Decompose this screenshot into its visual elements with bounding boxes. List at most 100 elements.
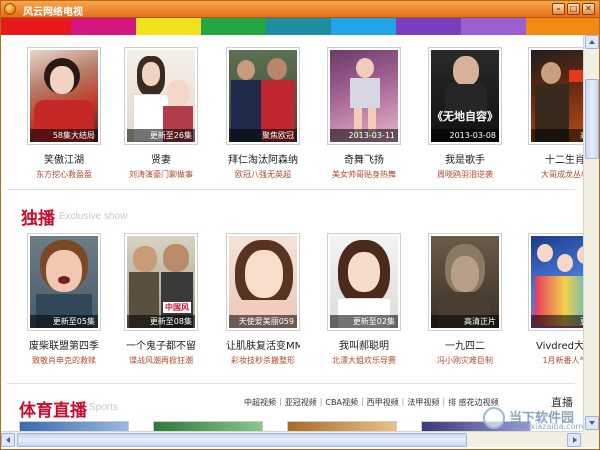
video-card[interactable]: 更新至05集 废柴联盟第四季 致敬肖申克的救赎 — [27, 233, 105, 366]
episode-badge: 2013-03-11 — [330, 129, 398, 142]
episode-badge: 更新至08集 — [127, 315, 195, 328]
sports-link[interactable]: CBA视频 — [322, 397, 361, 411]
episode-badge: 天使爱美丽059 — [229, 315, 297, 328]
episode-badge: 聚焦欧冠 — [229, 129, 297, 142]
video-card[interactable]: 更新至26集 贤妻 刘涛演豪门聊做事 — [124, 47, 202, 180]
app-window: 风云网络电视 – □ ✕ 58集大结局 笑傲江湖 东方挖心救盈盈 更新至26集 … — [0, 0, 600, 450]
episode-badge: 更新至26集 — [127, 129, 195, 142]
color-strip-segment — [526, 18, 599, 35]
video-thumbnail[interactable]: 高清正片 — [428, 233, 502, 331]
maximize-icon[interactable]: □ — [567, 3, 580, 15]
color-strip-segment — [396, 18, 461, 35]
sports-link[interactable]: 法甲视频 — [404, 397, 442, 411]
card-subtitle[interactable]: 1月新番人气 — [528, 355, 583, 366]
card-subtitle[interactable]: 周晓鸥羽泪逆袭 — [428, 169, 502, 180]
video-thumbnail[interactable]: 更新至26集 — [124, 47, 198, 145]
episode-badge: 更新至05集 — [30, 315, 98, 328]
video-card[interactable]: 2013-03-11 奇舞飞扬 美女帅哥贴身热舞 — [327, 47, 405, 180]
card-subtitle[interactable]: 北漂大姐欢乐导赛 — [327, 355, 401, 366]
card-subtitle[interactable]: 刘涛演豪门聊做事 — [124, 169, 198, 180]
sports-link[interactable]: 中超视频 — [241, 397, 279, 411]
color-strip-segment — [461, 18, 526, 35]
card-title[interactable]: 贤妻 — [124, 151, 198, 166]
sports-link[interactable]: 西甲视频 — [364, 397, 402, 411]
video-thumbnail[interactable]: 更新至02集 — [327, 233, 401, 331]
card-title[interactable]: 十二生肖 — [528, 151, 583, 166]
card-title[interactable]: 废柴联盟第四季 — [27, 337, 101, 352]
scroll-down-icon[interactable] — [585, 416, 599, 430]
video-card[interactable]: 58集大结局 笑傲江湖 东方挖心救盈盈 — [27, 47, 105, 180]
watermark-logo-icon — [483, 407, 505, 429]
section-divider — [7, 189, 575, 190]
title-bar[interactable]: 风云网络电视 – □ ✕ — [1, 1, 599, 18]
video-thumbnail[interactable]: 2013-03-11 — [327, 47, 401, 145]
color-strip-segment — [71, 18, 136, 35]
video-card[interactable]: 更新至02集 我叫郝聪明 北漂大姐欢乐导赛 — [327, 233, 405, 366]
card-subtitle[interactable]: 东方挖心救盈盈 — [27, 169, 101, 180]
sports-section-title: 体育直播 — [19, 401, 87, 421]
card-title[interactable]: 一个鬼子都不留 — [124, 337, 198, 352]
close-icon[interactable]: ✕ — [582, 3, 595, 15]
color-strip-segment — [331, 18, 396, 35]
video-thumbnail[interactable]: 天使爱美丽059 — [226, 233, 300, 331]
episode-badge: 更新至02集 — [330, 315, 398, 328]
card-subtitle[interactable]: 大哥成龙丛林 — [528, 169, 583, 180]
card-subtitle[interactable]: 冯小刚灾难巨制 — [428, 355, 502, 366]
section-divider — [7, 383, 575, 384]
minimize-icon[interactable]: – — [552, 3, 565, 15]
poster-title: 《无地自容》 — [432, 110, 498, 123]
card-title[interactable]: 拜仁淘汰阿森纳 — [226, 151, 300, 166]
scroll-left-icon[interactable] — [1, 433, 15, 447]
watermark: 当下软件园 www.xiazaiba.com — [483, 407, 583, 431]
video-thumbnail[interactable]: 《无地自容》 2013-03-08 — [428, 47, 502, 145]
sports-thumbnail[interactable] — [153, 421, 263, 431]
video-thumbnail[interactable]: 更新至05集 — [27, 233, 101, 331]
card-title[interactable]: 奇舞飞扬 — [327, 151, 401, 166]
card-subtitle[interactable]: 美女帅哥贴身热舞 — [327, 169, 401, 180]
video-thumbnail[interactable]: 中国风 更新至08集 — [124, 233, 198, 331]
card-title[interactable]: 笑傲江湖 — [27, 151, 101, 166]
card-subtitle[interactable]: 彩妆技秒杀搬整形 — [226, 355, 300, 366]
video-card[interactable]: 高清正片 一九四二 冯小刚灾难巨制 — [428, 233, 506, 366]
sports-link[interactable]: 亚冠视频 — [282, 397, 320, 411]
sports-section-subtitle: Sports — [89, 402, 118, 413]
episode-badge: 高清 — [531, 129, 583, 142]
color-category-strip — [1, 18, 599, 35]
card-title[interactable]: 让肌肤复活变MM — [226, 337, 300, 352]
episode-badge: 更新 — [531, 315, 583, 328]
content-area: 58集大结局 笑傲江湖 东方挖心救盈盈 更新至26集 贤妻 刘涛演豪门聊做事 聚… — [1, 35, 583, 431]
sports-links: 中超视频 | 亚冠视频 | CBA视频 | 西甲视频 | 法甲视频 | 排 感花… — [241, 397, 502, 411]
scroll-up-icon[interactable] — [585, 35, 599, 49]
card-title[interactable]: 我是歌手 — [428, 151, 502, 166]
card-subtitle[interactable]: 致敬肖申克的救赎 — [27, 355, 101, 366]
card-subtitle[interactable]: 欧冠八强无英超 — [226, 169, 300, 180]
vertical-scrollbar[interactable] — [583, 35, 599, 431]
video-card[interactable]: 更新 Vivdred大作 1月新番人气 — [528, 233, 583, 366]
scroll-right-icon[interactable] — [567, 433, 581, 447]
exclusive-section-subtitle: Exclusive show — [59, 211, 128, 222]
sports-thumbnail[interactable] — [287, 421, 397, 431]
card-title[interactable]: 我叫郝聪明 — [327, 337, 401, 352]
video-card[interactable]: 天使爱美丽059 让肌肤复活变MM 彩妆技秒杀搬整形 — [226, 233, 304, 366]
card-title[interactable]: 一九四二 — [428, 337, 502, 352]
card-subtitle[interactable]: 谍战风潮再掀狂潮 — [124, 355, 198, 366]
scroll-thumb[interactable] — [585, 79, 599, 159]
exclusive-section-title: 独播 — [21, 209, 55, 229]
video-card[interactable]: 中国风 更新至08集 一个鬼子都不留 谍战风潮再掀狂潮 — [124, 233, 202, 366]
poster-title: 中国风 — [163, 302, 191, 313]
episode-badge: 58集大结局 — [30, 129, 98, 142]
color-strip-segment — [201, 18, 266, 35]
horizontal-scrollbar[interactable] — [1, 431, 583, 447]
episode-badge: 2013-03-08 — [431, 129, 499, 142]
video-card[interactable]: 聚焦欧冠 拜仁淘汰阿森纳 欧冠八强无英超 — [226, 47, 304, 180]
card-title[interactable]: Vivdred大作 — [528, 337, 583, 352]
video-thumbnail[interactable]: 高清 — [528, 47, 583, 145]
video-thumbnail[interactable]: 58集大结局 — [27, 47, 101, 145]
video-thumbnail[interactable]: 聚焦欧冠 — [226, 47, 300, 145]
sports-thumbnail[interactable] — [19, 421, 129, 431]
video-card[interactable]: 《无地自容》 2013-03-08 我是歌手 周晓鸥羽泪逆袭 — [428, 47, 506, 180]
horizontal-scroll-thumb[interactable] — [17, 433, 467, 447]
color-strip-segment — [136, 18, 201, 35]
video-thumbnail[interactable]: 更新 — [528, 233, 583, 331]
video-card[interactable]: 高清 十二生肖 大哥成龙丛林 — [528, 47, 583, 180]
